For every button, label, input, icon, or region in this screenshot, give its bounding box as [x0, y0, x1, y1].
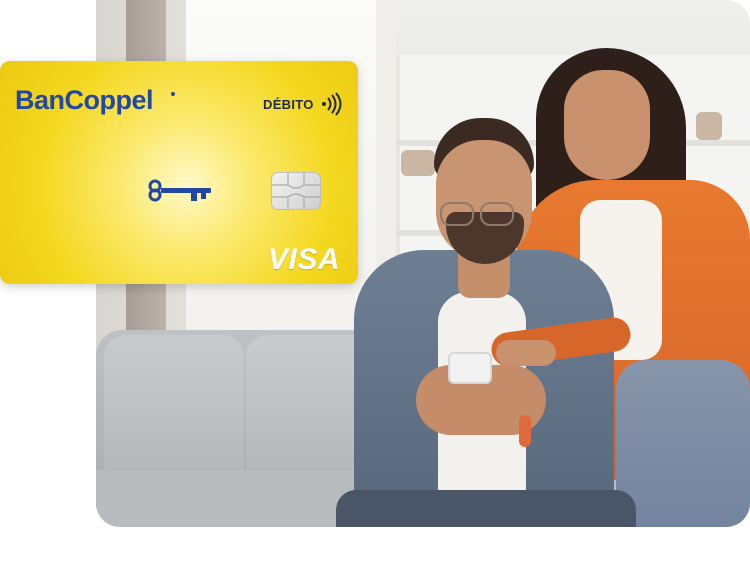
- woman-jeans: [616, 360, 750, 527]
- sofa-cushion: [104, 335, 244, 485]
- brand-mark-dot: [171, 92, 175, 96]
- smartphone: [448, 352, 492, 384]
- chip-icon: [271, 172, 321, 210]
- debit-card: BanCoppel DÉBITO VISA: [0, 61, 358, 284]
- visa-logo: VISA: [268, 243, 341, 276]
- woman-face: [564, 70, 650, 180]
- card-brand-logo: BanCoppel: [15, 85, 154, 115]
- key-logo-icon: [148, 179, 211, 202]
- glasses-icon: [480, 202, 514, 226]
- contactless-icon: [322, 92, 342, 116]
- card-type-label: DÉBITO: [263, 97, 314, 112]
- pointing-hand: [496, 340, 556, 366]
- glasses-icon: [440, 202, 474, 226]
- bracelet: [519, 415, 531, 447]
- man-jeans: [336, 490, 636, 527]
- shelf-vase: [401, 150, 435, 176]
- shelf-vase: [696, 112, 722, 140]
